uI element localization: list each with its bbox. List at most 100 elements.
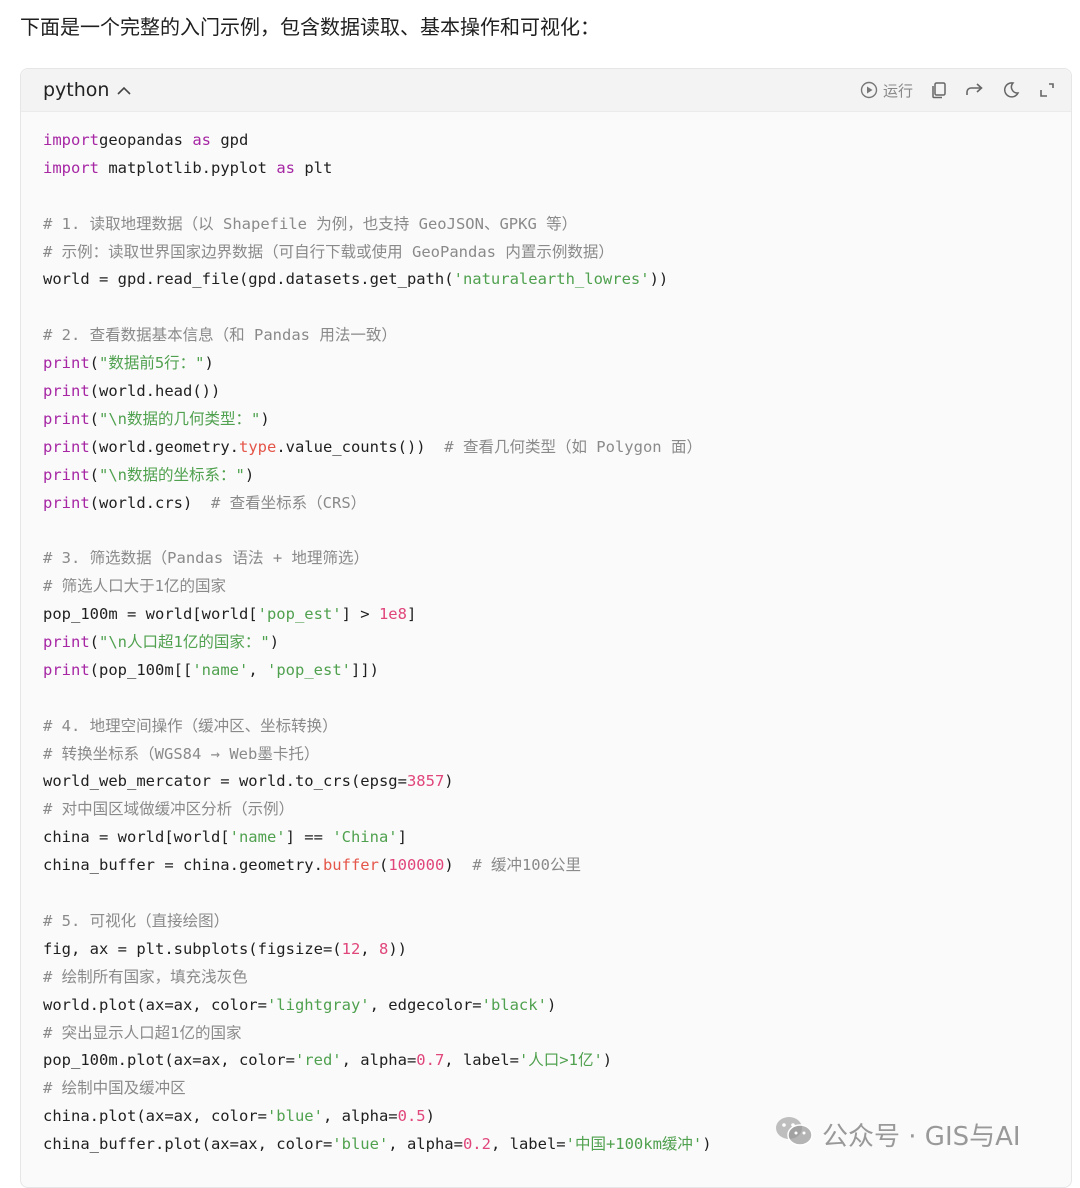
code-token: ) (204, 354, 214, 373)
code-line: ​ (43, 685, 712, 713)
code-token: "\n数据的几何类型：" (99, 409, 261, 428)
code-token: ]]) (351, 660, 379, 679)
code-line: world_web_mercator = world.to_crs(epsg=3… (43, 768, 712, 796)
code-token: 'lightgray' (266, 995, 370, 1014)
code-token: ] (397, 828, 407, 847)
code-token: "\n人口超1亿的国家：" (99, 633, 270, 652)
code-token: buffer (322, 856, 379, 875)
code-token: ( (89, 354, 100, 373)
code-token: "数据前5行：" (99, 354, 205, 373)
chevron-up-icon (117, 76, 132, 102)
code-token: 0.5 (397, 1107, 426, 1126)
code-token: ] (406, 605, 417, 624)
code-token: # 4. 地理空间操作（缓冲区、坐标转换） (43, 716, 338, 735)
code-line: # 2. 查看数据基本信息（和 Pandas 用法一致） (43, 322, 712, 350)
code-token: 'China' (332, 828, 398, 847)
code-token: type (238, 437, 277, 456)
code-token: 8 (378, 939, 389, 958)
expand-icon (1038, 81, 1056, 99)
code-token: (world.head()) (89, 382, 221, 401)
code-token: ] == (285, 828, 333, 847)
code-token: # 突出显示人口超1亿的国家 (43, 1023, 242, 1042)
run-label: 运行 (882, 81, 913, 100)
code-token: '中国+100km缓冲' (565, 1135, 703, 1154)
code-token: ) (269, 633, 280, 652)
code-line: ​ (43, 294, 712, 322)
code-token: matplotlib.pyplot (99, 158, 277, 177)
code-token: world_web_mercator = world.to_crs(epsg= (43, 772, 407, 791)
code-line: # 突出显示人口超1亿的国家 (43, 1020, 712, 1048)
code-token: gpd (211, 131, 249, 149)
code-token: 'red' (294, 1051, 342, 1070)
code-token: # 2. 查看数据基本信息（和 Pandas 用法一致） (43, 326, 397, 345)
code-line: china = world[world['name'] == 'China'] (43, 824, 712, 852)
share-icon (965, 81, 985, 99)
code-line: print(world.geometry.type.value_counts()… (43, 434, 712, 462)
language-toggle[interactable]: python (43, 76, 132, 104)
code-line: pop_100m.plot(ax=ax, color='red', alpha=… (43, 1047, 712, 1075)
code-token: ( (89, 465, 100, 484)
code-line: # 5. 可视化（直接绘图） (43, 908, 712, 936)
code-line: print(world.head()) (43, 378, 712, 406)
code-line: # 示例：读取世界国家边界数据（可自行下载或使用 GeoPandas 内置示例数… (43, 239, 712, 267)
code-line: print(world.crs) # 查看坐标系（CRS） (43, 490, 712, 518)
code-token: # 1. 读取地理数据（以 Shapefile 为例，也支持 GeoJSON、G… (43, 214, 578, 233)
code-token: 100000 (388, 856, 445, 875)
code-token: print (43, 354, 90, 373)
code-token: ) (702, 1135, 712, 1154)
code-token: 1e8 (378, 605, 407, 624)
code-token: 0.2 (462, 1135, 491, 1154)
code-token: # 筛选人口大于1亿的国家 (43, 577, 226, 596)
code-token: # 绘制所有国家，填充浅灰色 (43, 967, 248, 986)
code-token: print (43, 437, 90, 456)
code-token: (pop_100m[[ (89, 660, 193, 679)
code-line: fig, ax = plt.subplots(figsize=(12, 8)) (43, 936, 712, 964)
code-token: 12 (341, 939, 361, 958)
code-token: # 绘制中国及缓冲区 (43, 1079, 186, 1098)
code-token: # 5. 可视化（直接绘图） (43, 911, 230, 930)
code-token: 'name' (229, 828, 286, 847)
watermark-text: 公众号 · GIS与AI (822, 1122, 1021, 1152)
code-token: )) (649, 270, 669, 289)
code-line: print("数据前5行：") (43, 350, 712, 378)
code-token: world.plot(ax=ax, color= (43, 995, 267, 1014)
code-token: , alpha= (322, 1107, 398, 1126)
code-token: '人口>1亿' (518, 1051, 603, 1070)
code-token: as (192, 131, 211, 149)
code-token: print (43, 660, 90, 679)
code-token: ) (260, 409, 270, 428)
code-token: # 转换坐标系（WGS84 → Web墨卡托） (43, 744, 320, 763)
code-token: ] > (341, 605, 379, 624)
intro-text: 下面是一个完整的入门示例，包含数据读取、基本操作和可视化： (20, 15, 600, 39)
code-line: print("\n数据的坐标系：") (43, 462, 712, 490)
code-line: ​ (43, 880, 712, 908)
theme-toggle-button[interactable] (1001, 80, 1021, 100)
code-line: print("\n人口超1亿的国家：") (43, 629, 712, 657)
run-button[interactable]: 运行 (860, 80, 913, 101)
code-content: importgeopandas as gpd import matplotlib.… (43, 127, 712, 1159)
code-token: , label= (490, 1135, 566, 1154)
code-token: print (43, 465, 90, 484)
copy-button[interactable] (929, 80, 949, 100)
play-circle-icon (860, 81, 878, 99)
code-token: 'blue' (332, 1135, 389, 1154)
code-line: china_buffer.plot(ax=ax, color='blue', a… (43, 1131, 712, 1159)
share-button[interactable] (965, 80, 985, 100)
expand-button[interactable] (1037, 80, 1057, 100)
code-line: importgeopandas as gpd (43, 127, 712, 155)
code-token: ) (546, 995, 557, 1014)
code-token: 'pop_est' (267, 660, 351, 679)
code-token: print (43, 633, 90, 652)
code-token: 0.7 (416, 1051, 445, 1070)
code-line: world.plot(ax=ax, color='lightgray', edg… (43, 992, 712, 1020)
code-token: # 缓冲100公里 (472, 856, 581, 875)
code-token: "\n数据的坐标系：" (99, 465, 245, 484)
code-token: 'name' (192, 660, 249, 679)
copy-icon (930, 81, 948, 99)
code-line: ​ (43, 517, 712, 545)
code-toolbar: 运行 (860, 78, 1057, 102)
code-token: , alpha= (341, 1051, 417, 1070)
code-token: 'black' (481, 995, 547, 1014)
wechat-icon (774, 1114, 814, 1155)
code-line: ​ (43, 183, 712, 211)
